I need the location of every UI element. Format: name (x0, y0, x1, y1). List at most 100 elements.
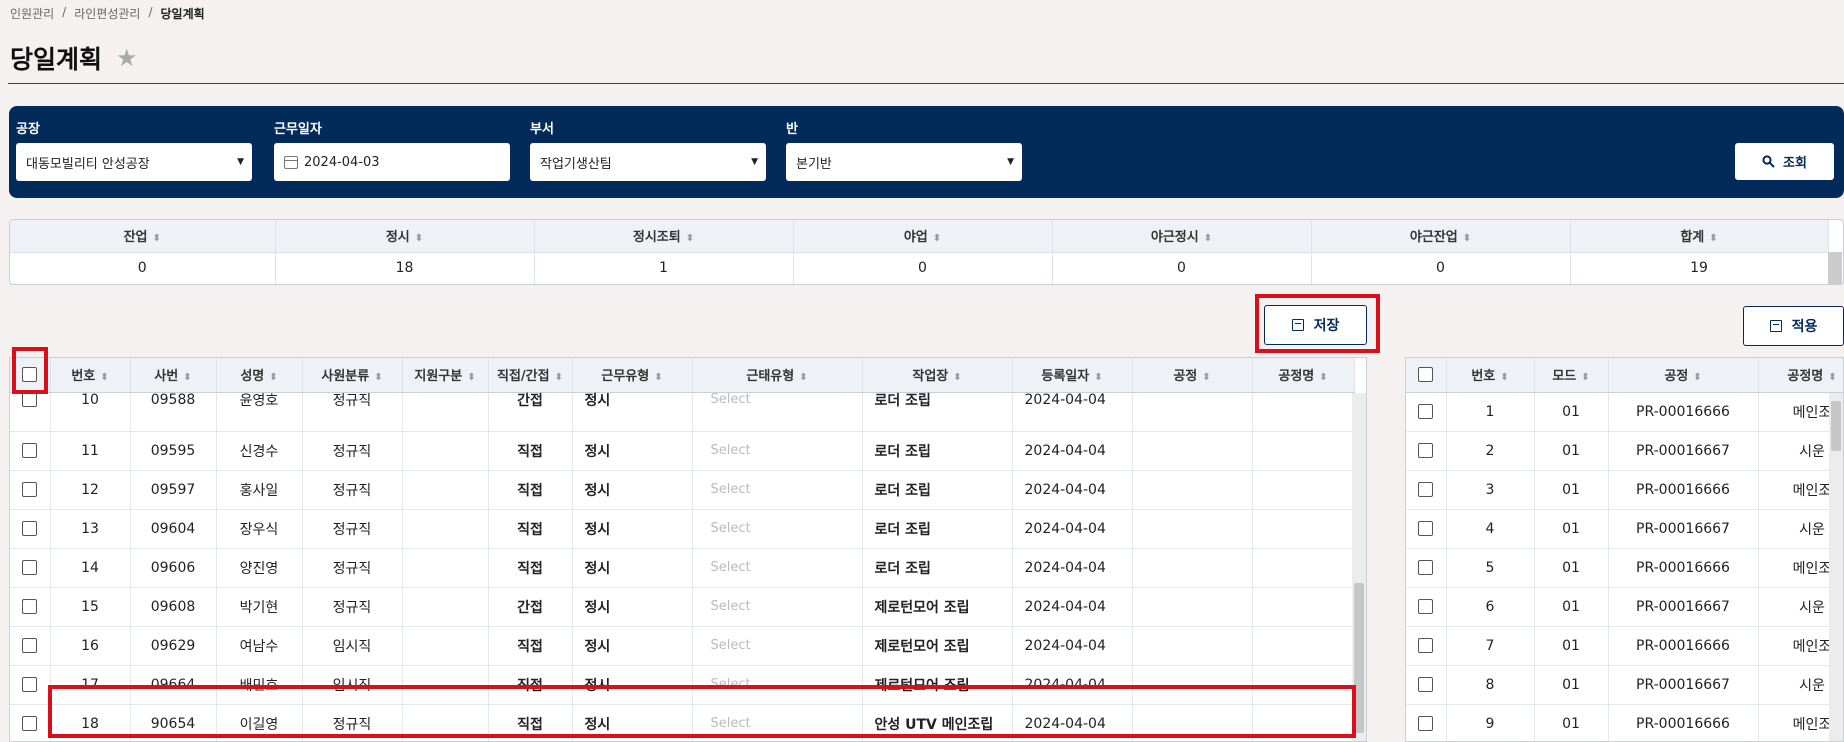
breadcrumb-item[interactable]: 인원관리 (10, 5, 54, 22)
table-row[interactable]: 8 01 PR-00016667 시운 (1406, 665, 1843, 705)
page-title: 당일계획 (10, 45, 103, 74)
sort-icon[interactable]: ⬍ (1204, 233, 1212, 244)
table-row[interactable]: 9 01 PR-00016666 메인조 (1406, 704, 1843, 741)
factory-filter: 공장 대동모빌리티 안성공장 ▼ (16, 118, 252, 181)
cell-class: 정규직 (302, 548, 403, 588)
row-select-cell (10, 665, 51, 705)
summary-header[interactable]: 야근정시 ⬍ (1052, 220, 1312, 252)
sort-icon[interactable]: ⬍ (1581, 372, 1589, 383)
work-date-value: 2024-04-03 (304, 154, 380, 170)
cell-mode: 01 (1534, 626, 1609, 666)
cell-work: 정시 (572, 431, 693, 471)
row-checkbox[interactable] (1418, 638, 1434, 653)
row-checkbox[interactable] (22, 677, 38, 692)
column-header[interactable]: 번호 ⬍ (1446, 358, 1535, 393)
scrollbar-thumb[interactable] (1831, 401, 1841, 451)
department-filter: 부서 작업기생산팀 ▼ (530, 118, 766, 181)
column-header[interactable]: 공정 ⬍ (1608, 358, 1759, 393)
row-select-cell (1406, 626, 1447, 666)
summary-value: 0 (793, 251, 1053, 284)
column-header[interactable]: 모드 ⬍ (1534, 358, 1609, 393)
sort-icon[interactable]: ⬍ (1693, 372, 1701, 383)
row-checkbox[interactable] (22, 560, 38, 575)
table-row[interactable]: 11 09595 신경수 정규직 직접 정시 Select 로더 조립 2024-04-04 (10, 431, 1355, 471)
select-all-checkbox[interactable] (1418, 367, 1434, 383)
summary-header[interactable]: 야업 ⬍ (793, 220, 1053, 252)
cell-proc (1132, 509, 1253, 549)
cell-attend[interactable]: Select (692, 626, 863, 666)
factory-label: 공장 (16, 122, 40, 137)
cell-proc (1132, 587, 1253, 627)
row-checkbox[interactable] (22, 599, 38, 614)
cell-attend[interactable]: Select (692, 470, 863, 510)
table-row[interactable]: 2 01 PR-00016667 시운 (1406, 431, 1843, 471)
table-row[interactable]: 12 09597 홍사일 정규직 직접 정시 Select 로더 조립 2024-04-04 (10, 470, 1355, 510)
summary-header[interactable]: 정시 ⬍ (275, 220, 535, 252)
row-checkbox[interactable] (1418, 599, 1434, 614)
row-checkbox[interactable] (22, 482, 38, 497)
cell-class: 정규직 (302, 587, 403, 627)
save-button[interactable]: 저장 (1264, 305, 1367, 345)
sort-icon[interactable]: ⬍ (1463, 233, 1471, 244)
row-checkbox[interactable] (22, 392, 38, 407)
sort-icon[interactable]: ⬍ (415, 233, 423, 244)
column-header-label: 공정 (1664, 369, 1689, 385)
cell-attend[interactable]: Select (692, 431, 863, 471)
cell-attend[interactable]: Select (692, 548, 863, 588)
cell-proc: PR-00016666 (1608, 470, 1759, 510)
cell-attend[interactable]: Select (692, 587, 863, 627)
summary-header[interactable]: 정시조퇴 ⬍ (534, 220, 794, 252)
team-select[interactable]: 본기반 ▼ (786, 143, 1022, 181)
row-checkbox[interactable] (1418, 443, 1434, 458)
search-button[interactable]: 조회 (1735, 143, 1834, 180)
row-checkbox[interactable] (1418, 521, 1434, 536)
summary-header[interactable]: 잔업 ⬍ (10, 220, 276, 252)
row-checkbox[interactable] (22, 638, 38, 653)
star-icon[interactable]: ★ (116, 44, 138, 72)
table-row[interactable]: 4 01 PR-00016667 시운 (1406, 509, 1843, 549)
apply-button[interactable]: 적용 (1743, 306, 1844, 346)
row-checkbox[interactable] (1418, 677, 1434, 692)
sort-icon[interactable]: ⬍ (1709, 233, 1717, 244)
row-checkbox[interactable] (22, 716, 38, 731)
cell-support (402, 548, 489, 588)
row-checkbox[interactable] (22, 521, 38, 536)
cell-proc: PR-00016666 (1608, 626, 1759, 666)
sort-icon[interactable]: ⬍ (1828, 372, 1836, 383)
calendar-icon[interactable] (284, 155, 298, 169)
row-checkbox[interactable] (1418, 560, 1434, 575)
factory-select[interactable]: 대동모빌리티 안성공장 ▼ (16, 143, 252, 181)
cell-date: 2024-04-04 (1012, 626, 1133, 666)
row-select-cell (1406, 587, 1447, 627)
work-date-input[interactable]: 2024-04-03 (274, 143, 510, 181)
table-row[interactable]: 1 01 PR-00016666 메인조 (1406, 392, 1843, 432)
row-checkbox[interactable] (22, 443, 38, 458)
table-row[interactable]: 5 01 PR-00016666 메인조 (1406, 548, 1843, 588)
table-row[interactable]: 3 01 PR-00016666 메인조 (1406, 470, 1843, 510)
column-header-label: 공정명 (1787, 369, 1824, 385)
sort-icon[interactable]: ⬍ (153, 233, 161, 244)
sort-icon[interactable]: ⬍ (1500, 372, 1508, 383)
cell-attend[interactable]: Select (692, 509, 863, 549)
table-row[interactable]: 6 01 PR-00016667 시운 (1406, 587, 1843, 627)
table-row[interactable]: 14 09606 양진영 정규직 직접 정시 Select 로더 조립 2024-04-04 (10, 548, 1355, 588)
cell-attend[interactable]: Select (692, 380, 863, 420)
row-highlight (48, 685, 1356, 738)
table-row[interactable]: 16 09629 여남수 임시직 직접 정시 Select 제로턴모어 조립 2024-04-0… (10, 626, 1355, 666)
row-checkbox[interactable] (1418, 716, 1434, 731)
summary-header[interactable]: 야근잔업 ⬍ (1311, 220, 1571, 252)
summary-header[interactable]: 합계 ⬍ (1570, 220, 1829, 252)
department-select[interactable]: 작업기생산팀 ▼ (530, 143, 766, 181)
table-row[interactable]: 13 09604 장우식 정규직 직접 정시 Select 로더 조립 2024-04-04 (10, 509, 1355, 549)
table-row[interactable]: 7 01 PR-00016666 메인조 (1406, 626, 1843, 666)
row-checkbox[interactable] (1418, 404, 1434, 419)
vertical-scrollbar[interactable] (1829, 393, 1843, 741)
row-checkbox[interactable] (1418, 482, 1434, 497)
table-row[interactable]: 15 09608 박기현 정규직 간접 정시 Select 제로턴모어 조립 2024-04-0… (10, 587, 1355, 627)
column-header[interactable]: 공정명 ⬍ (1758, 358, 1843, 393)
sort-icon[interactable]: ⬍ (933, 233, 941, 244)
sort-icon[interactable]: ⬍ (686, 233, 694, 244)
breadcrumb-item[interactable]: 라인편성관리 (74, 5, 140, 22)
scrollbar[interactable] (1828, 252, 1842, 284)
table-row[interactable]: 10 09588 윤영호 정규직 간접 정시 Select 로더 조립 2024-04-04 (10, 380, 1355, 420)
